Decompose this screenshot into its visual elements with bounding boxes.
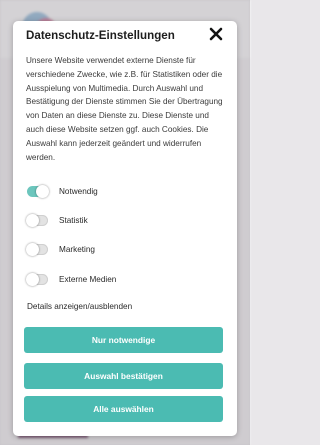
close-icon[interactable]: [207, 25, 225, 43]
toggle-switch[interactable]: [26, 272, 48, 286]
option-label: Notwendig: [59, 186, 98, 196]
toggle-switch[interactable]: [27, 184, 49, 198]
select-all-button[interactable]: Alle auswählen: [24, 396, 223, 422]
option-label: Externe Medien: [59, 274, 117, 284]
option-label: Statistik: [59, 215, 88, 225]
necessary-only-button[interactable]: Nur notwendige: [24, 327, 223, 353]
details-toggle-link[interactable]: Details anzeigen/ausblenden: [27, 302, 132, 311]
privacy-settings-dialog: Datenschutz-Einstellungen Unsere Website…: [13, 21, 237, 436]
option-externe-medien[interactable]: Externe Medien: [26, 272, 117, 286]
dialog-title: Datenschutz-Einstellungen: [26, 29, 175, 42]
toggle-switch[interactable]: [26, 213, 48, 227]
option-notwendig[interactable]: Notwendig: [27, 184, 98, 198]
dialog-description: Unsere Website verwendet externe Dienste…: [26, 56, 223, 162]
option-label: Marketing: [59, 244, 95, 254]
option-statistik[interactable]: Statistik: [26, 213, 88, 227]
toggle-switch[interactable]: [26, 242, 48, 256]
confirm-selection-button[interactable]: Auswahl bestätigen: [24, 363, 223, 389]
option-marketing[interactable]: Marketing: [26, 242, 95, 256]
